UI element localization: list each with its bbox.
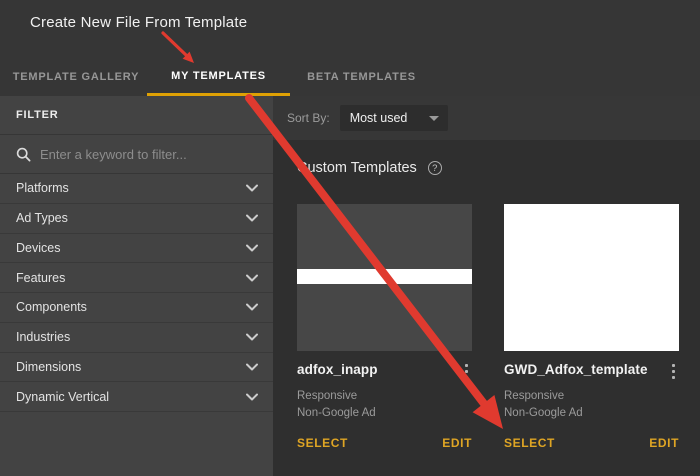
sidebar-item-industries[interactable]: Industries bbox=[0, 323, 273, 353]
tab-my-templates[interactable]: MY TEMPLATES bbox=[147, 58, 290, 96]
thumbnail-stripe bbox=[297, 269, 472, 284]
filter-header: FILTER bbox=[0, 96, 273, 135]
chevron-down-icon bbox=[246, 274, 258, 282]
filter-sidebar: FILTER Platforms Ad Types Devices Featur… bbox=[0, 96, 273, 476]
chevron-down-icon bbox=[246, 363, 258, 371]
sidebar-item-features[interactable]: Features bbox=[0, 263, 273, 293]
sidebar-item-label: Components bbox=[16, 300, 87, 314]
sidebar-item-components[interactable]: Components bbox=[0, 293, 273, 323]
help-icon[interactable]: ? bbox=[428, 161, 442, 175]
chevron-down-icon bbox=[246, 214, 258, 222]
section-head: Custom Templates ? bbox=[297, 160, 700, 176]
select-button[interactable]: SELECT bbox=[504, 436, 555, 450]
edit-button[interactable]: EDIT bbox=[649, 436, 679, 450]
tab-bar: TEMPLATE GALLERY MY TEMPLATES BETA TEMPL… bbox=[5, 58, 433, 96]
sidebar-item-platforms[interactable]: Platforms bbox=[0, 174, 273, 204]
template-type: Responsive bbox=[297, 388, 472, 405]
template-title: GWD_Adfox_template bbox=[504, 362, 648, 377]
templates-panel: Custom Templates ? adfox_inapp Responsiv… bbox=[273, 140, 700, 476]
sidebar-item-label: Features bbox=[16, 271, 65, 285]
select-button[interactable]: SELECT bbox=[297, 436, 348, 450]
dropdown-caret-icon bbox=[429, 116, 439, 121]
sidebar-item-ad-types[interactable]: Ad Types bbox=[0, 204, 273, 234]
sidebar-item-label: Dynamic Vertical bbox=[16, 390, 109, 404]
template-thumbnail[interactable] bbox=[297, 204, 472, 351]
template-type: Responsive bbox=[504, 388, 679, 405]
sidebar-item-dynamic-vertical[interactable]: Dynamic Vertical bbox=[0, 382, 273, 412]
main-area: Sort By: Most used Custom Templates ? ad… bbox=[273, 96, 700, 476]
template-thumbnail[interactable] bbox=[504, 204, 679, 351]
edit-button[interactable]: EDIT bbox=[442, 436, 472, 450]
search-input[interactable] bbox=[40, 147, 273, 162]
template-title: adfox_inapp bbox=[297, 362, 378, 377]
template-ad-kind: Non-Google Ad bbox=[504, 405, 679, 422]
sort-row: Sort By: Most used bbox=[273, 96, 700, 140]
chevron-down-icon bbox=[246, 303, 258, 311]
kebab-menu-icon[interactable] bbox=[668, 362, 679, 381]
sidebar-item-label: Dimensions bbox=[16, 360, 81, 374]
sidebar-item-label: Ad Types bbox=[16, 211, 68, 225]
chevron-down-icon bbox=[246, 184, 258, 192]
tab-template-gallery[interactable]: TEMPLATE GALLERY bbox=[5, 58, 147, 96]
section-title: Custom Templates bbox=[297, 160, 417, 176]
sidebar-item-label: Devices bbox=[16, 241, 60, 255]
chevron-down-icon bbox=[246, 393, 258, 401]
chevron-down-icon bbox=[246, 333, 258, 341]
sidebar-item-label: Industries bbox=[16, 330, 70, 344]
chevron-down-icon bbox=[246, 244, 258, 252]
template-ad-kind: Non-Google Ad bbox=[297, 405, 472, 422]
template-card-adfox-inapp: adfox_inapp Responsive Non-Google Ad SEL… bbox=[297, 204, 472, 450]
template-card-gwd-adfox-template: GWD_Adfox_template Responsive Non-Google… bbox=[504, 204, 679, 450]
sort-by-label: Sort By: bbox=[287, 111, 330, 125]
sort-selected-value: Most used bbox=[350, 111, 408, 125]
template-meta: Responsive Non-Google Ad bbox=[504, 388, 679, 422]
search-icon bbox=[16, 147, 31, 162]
search-row bbox=[0, 135, 273, 174]
template-cards: adfox_inapp Responsive Non-Google Ad SEL… bbox=[297, 204, 700, 450]
sidebar-item-dimensions[interactable]: Dimensions bbox=[0, 353, 273, 383]
template-meta: Responsive Non-Google Ad bbox=[297, 388, 472, 422]
kebab-menu-icon[interactable] bbox=[461, 362, 472, 381]
sidebar-item-devices[interactable]: Devices bbox=[0, 234, 273, 264]
page-title: Create New File From Template bbox=[30, 14, 247, 31]
sidebar-item-label: Platforms bbox=[16, 181, 69, 195]
tab-beta-templates[interactable]: BETA TEMPLATES bbox=[290, 58, 433, 96]
sort-dropdown[interactable]: Most used bbox=[340, 105, 448, 131]
create-file-dialog: Create New File From Template TEMPLATE G… bbox=[0, 0, 700, 476]
